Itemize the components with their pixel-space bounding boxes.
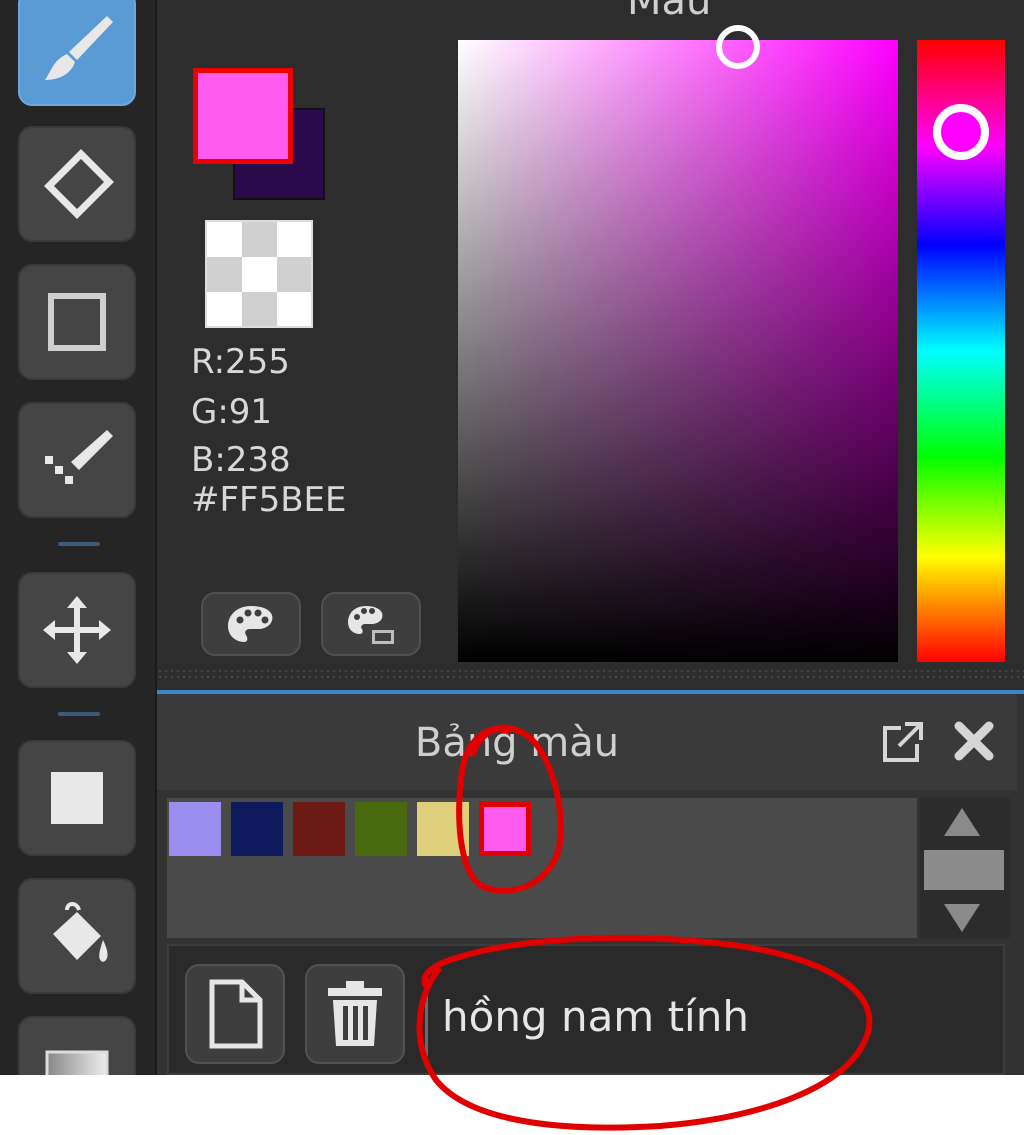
close-icon[interactable] xyxy=(951,718,997,764)
palette-panel-header: Bảng màu xyxy=(157,694,1017,790)
toolbar-separator xyxy=(58,712,100,716)
hue-slider-handle[interactable] xyxy=(933,104,989,160)
palette-actions-row xyxy=(167,944,1005,1075)
color-panel: Màu R:255 G:91 B:238 #FF5BEE xyxy=(157,0,1024,690)
palette-swatch[interactable] xyxy=(293,802,345,856)
saturation-value-cursor[interactable] xyxy=(716,25,760,69)
fill-rectangle-tool-button[interactable] xyxy=(18,740,136,856)
rectangle-select-icon xyxy=(48,293,106,351)
palette-edit-icon xyxy=(348,606,394,644)
palette-name-field[interactable] xyxy=(425,976,1002,1056)
delete-palette-button[interactable] xyxy=(305,964,405,1064)
gradient-tool-button[interactable] xyxy=(18,1016,136,1075)
eraser-tool-button[interactable] xyxy=(18,126,136,242)
move-tool-button[interactable] xyxy=(18,572,136,688)
palette-panel: Bảng màu xyxy=(157,694,1024,1075)
scrollbar-thumb[interactable] xyxy=(924,850,1004,890)
panel-resize-grip[interactable] xyxy=(157,668,1024,682)
palette-swatch[interactable] xyxy=(169,802,221,856)
palette-swatch[interactable] xyxy=(479,802,531,856)
paint-bucket-icon xyxy=(53,902,108,962)
rectangle-select-tool-button[interactable] xyxy=(18,264,136,380)
brush-tool-button[interactable] xyxy=(18,0,136,106)
palette-icon xyxy=(228,606,273,642)
palette-swatch-list xyxy=(167,798,917,938)
hex-value: #FF5BEE xyxy=(191,480,347,520)
popout-icon[interactable] xyxy=(879,720,925,766)
gradient-icon xyxy=(45,1050,109,1075)
brush-icon xyxy=(45,16,113,80)
palette-swatch[interactable] xyxy=(231,802,283,856)
toolbar-separator xyxy=(58,542,100,546)
palette-scrollbar[interactable] xyxy=(920,798,1010,938)
tool-sidebar xyxy=(0,0,157,1075)
palette-swatch[interactable] xyxy=(355,802,407,856)
paint-bucket-tool-button[interactable] xyxy=(18,878,136,994)
transparent-color-swatch[interactable] xyxy=(205,220,313,328)
red-value: R:255 xyxy=(191,342,290,382)
lasso-pencil-icon xyxy=(45,430,113,484)
scroll-up-arrow-icon[interactable] xyxy=(944,808,980,836)
new-document-icon xyxy=(209,979,263,1049)
lasso-pencil-tool-button[interactable] xyxy=(18,402,136,518)
new-palette-button[interactable] xyxy=(185,964,285,1064)
saturation-value-picker[interactable] xyxy=(458,25,898,662)
move-icon xyxy=(43,596,111,664)
palette-swatch[interactable] xyxy=(417,802,469,856)
palette-panel-title: Bảng màu xyxy=(414,720,620,766)
hue-slider[interactable] xyxy=(917,40,1005,662)
color-panel-title: Màu xyxy=(627,0,712,24)
app-window: Màu R:255 G:91 B:238 #FF5BEE Bảng màu xyxy=(0,0,1024,1075)
blue-value: B:238 xyxy=(191,440,291,480)
palette-edit-button[interactable] xyxy=(321,592,421,656)
trash-icon xyxy=(328,981,382,1046)
eraser-icon xyxy=(44,149,114,219)
scroll-down-arrow-icon[interactable] xyxy=(944,904,980,932)
green-value: G:91 xyxy=(191,392,273,432)
foreground-color-swatch[interactable] xyxy=(193,68,293,164)
palette-button[interactable] xyxy=(201,592,301,656)
filled-square-icon xyxy=(51,772,103,824)
